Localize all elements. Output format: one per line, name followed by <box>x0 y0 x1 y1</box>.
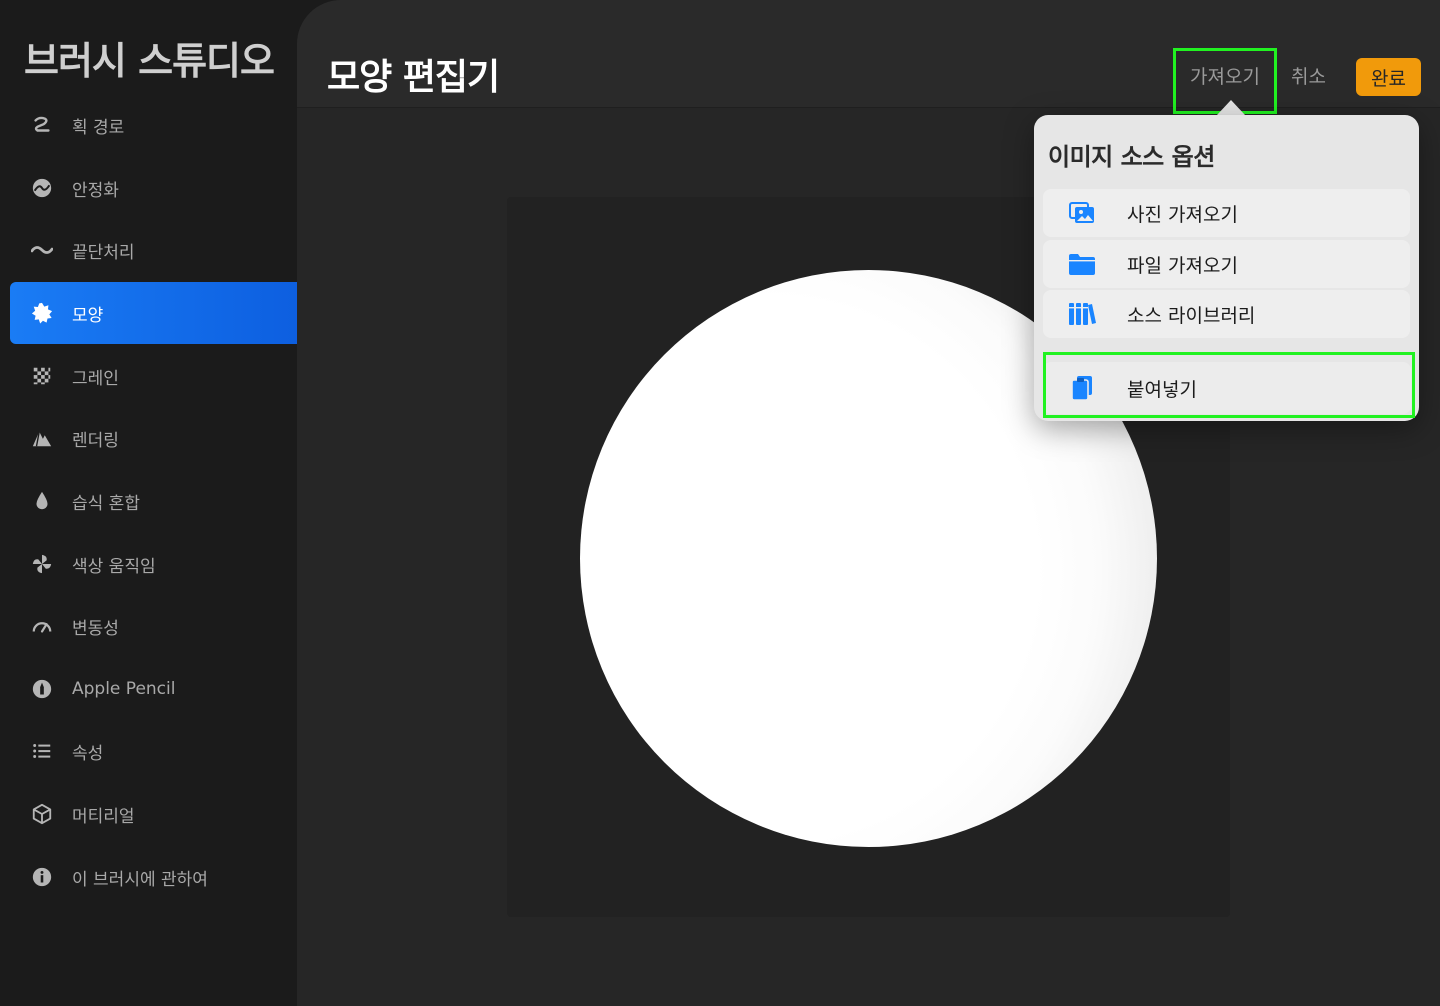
sidebar-item-label: 모양 <box>72 305 104 326</box>
sidebar-item-label: 이 브러시에 관하여 <box>72 869 208 890</box>
import-file-option[interactable]: 파일 가져오기 <box>1043 240 1410 288</box>
sidebar-item-stroke-path[interactable]: 획 경로 <box>10 94 297 156</box>
shape-icon <box>30 301 54 325</box>
library-icon <box>1067 299 1097 329</box>
sidebar-item-label: 변동성 <box>72 618 119 639</box>
sidebar-item-label: Apple Pencil <box>72 679 176 699</box>
sidebar-item-label: 안정화 <box>72 180 119 201</box>
sidebar-item-label: 색상 움직임 <box>72 556 156 577</box>
popover-title: 이미지 소스 옵션 <box>1048 143 1215 171</box>
stroke-path-icon <box>30 113 54 137</box>
paste-highlight-box <box>1043 352 1415 418</box>
done-button[interactable]: 완료 <box>1356 58 1421 96</box>
dynamics-icon <box>30 614 54 638</box>
sidebar-item-label: 습식 혼합 <box>72 493 140 514</box>
sidebar-item-label: 그레인 <box>72 368 119 389</box>
popover-arrow <box>1217 100 1245 115</box>
sidebar-item-shape[interactable]: 모양 <box>10 282 297 344</box>
sidebar-item-stabilization[interactable]: 안정화 <box>10 157 297 219</box>
sidebar-item-materials[interactable]: 머티리얼 <box>10 783 297 845</box>
sidebar-item-label: 속성 <box>72 743 104 764</box>
import-photo-option[interactable]: 사진 가져오기 <box>1043 189 1410 237</box>
materials-icon <box>30 802 54 826</box>
taper-icon <box>30 238 54 262</box>
sidebar-item-label: 획 경로 <box>72 117 125 138</box>
sidebar-item-wet-mix[interactable]: 습식 혼합 <box>10 470 297 532</box>
sidebar-item-properties[interactable]: 속성 <box>10 720 297 782</box>
brush-studio-app: 브러시 스튜디오 획 경로 안정화 끝단처리 모양 그레인 렌더링 습식 혼합 … <box>0 0 1440 1006</box>
sidebar-item-color-dynamics[interactable]: 색상 움직임 <box>10 533 297 595</box>
sidebar-item-taper[interactable]: 끝단처리 <box>10 219 297 281</box>
stabilization-icon <box>30 176 54 200</box>
import-file-label: 파일 가져오기 <box>1127 254 1238 277</box>
folder-icon <box>1067 249 1097 279</box>
sidebar-item-label: 렌더링 <box>72 430 119 451</box>
source-library-option[interactable]: 소스 라이브러리 <box>1043 290 1410 338</box>
wet-mix-icon <box>30 489 54 513</box>
editor-header: 모양 편집기 가져오기 취소 완료 <box>297 0 1440 114</box>
grain-icon <box>30 364 54 388</box>
sidebar-title: 브러시 스튜디오 <box>24 39 275 83</box>
sidebar-item-apple-pencil[interactable]: Apple Pencil <box>10 658 297 720</box>
sidebar: 브러시 스튜디오 획 경로 안정화 끝단처리 모양 그레인 렌더링 습식 혼합 … <box>0 0 297 1006</box>
color-dynamics-icon <box>30 552 54 576</box>
sidebar-item-grain[interactable]: 그레인 <box>10 345 297 407</box>
page-title: 모양 편집기 <box>327 57 500 98</box>
import-photo-label: 사진 가져오기 <box>1127 203 1238 226</box>
sidebar-item-rendering[interactable]: 렌더링 <box>10 407 297 469</box>
properties-icon <box>30 739 54 763</box>
apple-pencil-icon <box>30 677 54 701</box>
sidebar-item-label: 머티리얼 <box>72 806 135 827</box>
photo-import-icon <box>1067 198 1097 228</box>
import-button[interactable]: 가져오기 <box>1190 62 1260 89</box>
sidebar-item-about[interactable]: 이 브러시에 관하여 <box>10 846 297 908</box>
rendering-icon <box>30 426 54 450</box>
sidebar-item-label: 끝단처리 <box>72 242 135 263</box>
source-library-label: 소스 라이브러리 <box>1127 304 1256 327</box>
about-icon <box>30 865 54 889</box>
sidebar-item-dynamics[interactable]: 변동성 <box>10 595 297 657</box>
cancel-button[interactable]: 취소 <box>1291 62 1326 89</box>
